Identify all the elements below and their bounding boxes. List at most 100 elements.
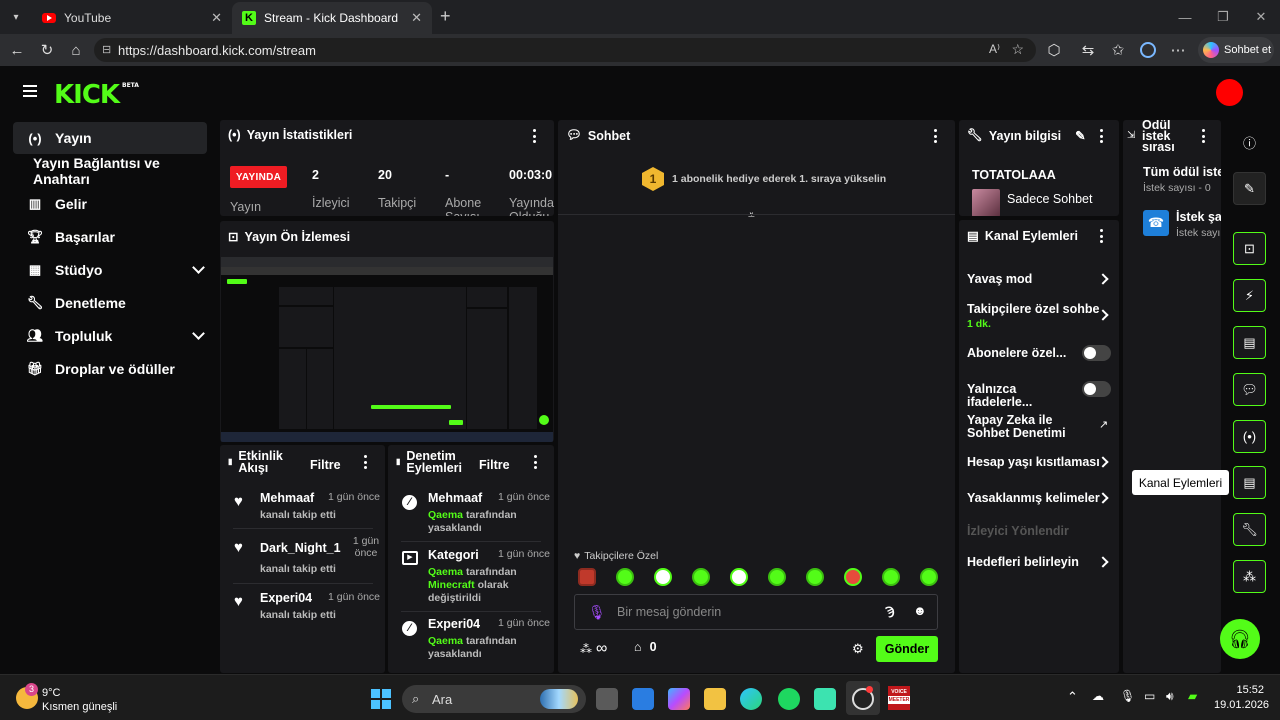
chat-icon[interactable]: 💬︎ <box>1233 373 1266 406</box>
followers-only-row[interactable]: Takipçilere özel sohbe 1 dk. <box>967 303 1113 331</box>
translate-icon[interactable]: Ϡ <box>885 604 895 618</box>
task-view-icon[interactable] <box>596 688 618 710</box>
emote-icon[interactable] <box>730 568 748 586</box>
emoji-picker-icon[interactable]: ☻ <box>913 603 927 618</box>
edit-icon[interactable]: ✎ <box>1233 172 1266 205</box>
notes-icon[interactable]: ▤ <box>1233 326 1266 359</box>
stream-category[interactable]: Sadece Sohbet <box>1007 192 1093 206</box>
emotes-only-toggle[interactable] <box>1082 381 1111 397</box>
profile-icon[interactable] <box>1138 40 1158 60</box>
sidebar-item-drops[interactable]: 🎁︎ Droplar ve ödüller <box>13 352 207 385</box>
home-icon[interactable]: ⌂ <box>66 40 86 60</box>
category-thumbnail[interactable] <box>972 189 1000 216</box>
tray-expand-icon[interactable]: ⌃ <box>1067 689 1078 705</box>
new-tab-icon[interactable]: + <box>440 6 451 27</box>
more-options-icon[interactable] <box>363 455 367 469</box>
info-icon[interactable]: ⓘ <box>1233 126 1266 159</box>
store-app-icon[interactable] <box>632 688 654 710</box>
cloud-icon[interactable]: ☁ <box>1092 689 1104 703</box>
chat-message-input[interactable]: 🎙︎ Bir mesaj gönderin Ϡ ☻ <box>574 594 938 630</box>
emote-icon[interactable] <box>920 568 938 586</box>
moderation-user[interactable]: Experi04 <box>428 617 480 631</box>
moderation-user[interactable]: Mehmaaf <box>428 491 482 505</box>
community-icon[interactable]: ⁂ <box>1233 560 1266 593</box>
copilot-app-icon[interactable] <box>668 688 690 710</box>
favorite-star-icon[interactable]: ☆ <box>1011 41 1024 58</box>
sub-gift-leaderboard[interactable]: 1 1 abonelik hediye ederek 1. sıraya yük… <box>642 167 886 191</box>
emote-icon[interactable] <box>844 568 862 586</box>
channel-actions-icon[interactable]: ▤ <box>1233 466 1266 499</box>
banned-words-row[interactable]: Yasaklanmış kelimeler <box>967 492 1113 505</box>
file-explorer-icon[interactable] <box>704 688 726 710</box>
moderator-name[interactable]: Qaema <box>428 635 463 647</box>
more-options-icon[interactable] <box>532 129 536 143</box>
close-window-icon[interactable]: ✕ <box>1238 0 1280 34</box>
more-menu-icon[interactable]: ⋯ <box>1168 40 1188 60</box>
support-button[interactable]: 🎧︎ <box>1220 619 1260 659</box>
moderator-name[interactable]: Qaema <box>428 509 463 521</box>
sidebar-item-revenue[interactable]: ▥ Gelir <box>13 187 207 220</box>
microphone-tray-icon[interactable]: 🎙︎ <box>1120 689 1135 703</box>
more-options-icon[interactable] <box>933 129 937 143</box>
send-button[interactable]: Gönder <box>876 636 938 662</box>
microphone-icon[interactable]: 🎙︎ <box>588 604 606 621</box>
sidebar-item-stream-key[interactable]: Yayın Bağlantısı ve Anahtarı <box>13 154 207 187</box>
more-options-icon[interactable] <box>533 455 537 469</box>
set-goals-row[interactable]: Hedefleri belirleyin <box>967 556 1113 569</box>
read-aloud-icon[interactable]: A⁾ <box>989 42 1000 56</box>
emote-icon[interactable] <box>616 568 634 586</box>
pinned-collapse-icon[interactable]: ⩡ <box>748 208 755 223</box>
copilot-button[interactable]: Sohbet et <box>1198 37 1274 63</box>
edit-icon[interactable]: ✎ <box>1075 128 1085 143</box>
activity-filter-button[interactable]: Filtre <box>310 458 341 472</box>
moderation-user[interactable]: Kategori <box>428 548 479 562</box>
ai-moderation-row[interactable]: Yapay Zeka ile Sohbet Denetimi <box>967 414 1113 440</box>
emote-icon[interactable] <box>882 568 900 586</box>
more-options-icon[interactable] <box>1099 129 1103 143</box>
emote-icon[interactable] <box>578 568 596 586</box>
channel-points[interactable]: ⁂ ∞ <box>580 640 607 658</box>
emote-icon[interactable] <box>806 568 824 586</box>
battery-icon[interactable]: ▰ <box>1188 689 1197 703</box>
account-age-row[interactable]: Hesap yaşı kısıtlaması <box>967 456 1113 469</box>
more-options-icon[interactable] <box>1201 129 1205 143</box>
split-screen-icon[interactable]: ⇆ <box>1078 40 1098 60</box>
clock[interactable]: 15:52 19.01.2026 <box>1214 684 1269 711</box>
category-name[interactable]: Minecraft <box>428 579 475 591</box>
voicemeeter-icon[interactable]: VOICE MEETER <box>888 686 910 710</box>
edge-icon[interactable] <box>740 688 762 710</box>
start-icon[interactable] <box>371 689 391 709</box>
spotify-icon[interactable] <box>778 688 800 710</box>
hamburger-menu-icon[interactable] <box>23 85 37 97</box>
user-avatar[interactable] <box>1216 79 1243 106</box>
tab-actions-icon[interactable]: ▾ <box>9 10 23 24</box>
kick-logo[interactable]: KICK BETA <box>54 80 139 110</box>
emote-icon[interactable] <box>768 568 786 586</box>
activity-user[interactable]: Mehmaaf <box>260 491 314 505</box>
sidebar-item-community[interactable]: 👥︎ Topluluk <box>13 319 207 352</box>
close-tab-icon[interactable]: ✕ <box>211 10 222 26</box>
app-icon[interactable] <box>814 688 836 710</box>
preview-toggle-icon[interactable]: ⊡ <box>1233 232 1266 265</box>
sidebar-item-achievements[interactable]: 🏆︎ Başarılar <box>13 220 207 253</box>
broadcast-icon[interactable]: (•) <box>1233 420 1266 453</box>
sidebar-item-moderation[interactable]: 🔧︎ Denetleme <box>13 286 207 319</box>
moderation-filter-button[interactable]: Filtre <box>479 458 510 472</box>
moderator-name[interactable]: Qaema <box>428 566 463 578</box>
sidebar-item-studio[interactable]: ▦ Stüdyo <box>13 253 207 286</box>
emote-icon[interactable] <box>654 568 672 586</box>
taskbar-search[interactable]: ⌕ Ara <box>402 685 586 713</box>
activity-user[interactable]: Experi04 <box>260 591 312 605</box>
tab-youtube[interactable]: YouTube ✕ <box>32 2 232 34</box>
activity-user[interactable]: Dark_Night_1 <box>260 541 341 555</box>
wrench-icon[interactable]: 🔧︎ <box>1233 513 1266 546</box>
subscribers-only-toggle[interactable] <box>1082 345 1111 361</box>
tab-kick-dashboard[interactable]: K Stream - Kick Dashboard ✕ <box>232 2 432 34</box>
extensions-icon[interactable]: ⬡ <box>1044 40 1064 60</box>
close-tab-icon[interactable]: ✕ <box>411 10 422 26</box>
stream-preview-video[interactable] <box>221 257 553 442</box>
lightning-icon[interactable]: ⚡︎ <box>1233 279 1266 312</box>
refresh-icon[interactable]: ↻ <box>37 40 57 60</box>
volume-icon[interactable]: 🔊︎ <box>1166 689 1174 704</box>
favorites-icon[interactable]: ✩ <box>1108 40 1128 60</box>
